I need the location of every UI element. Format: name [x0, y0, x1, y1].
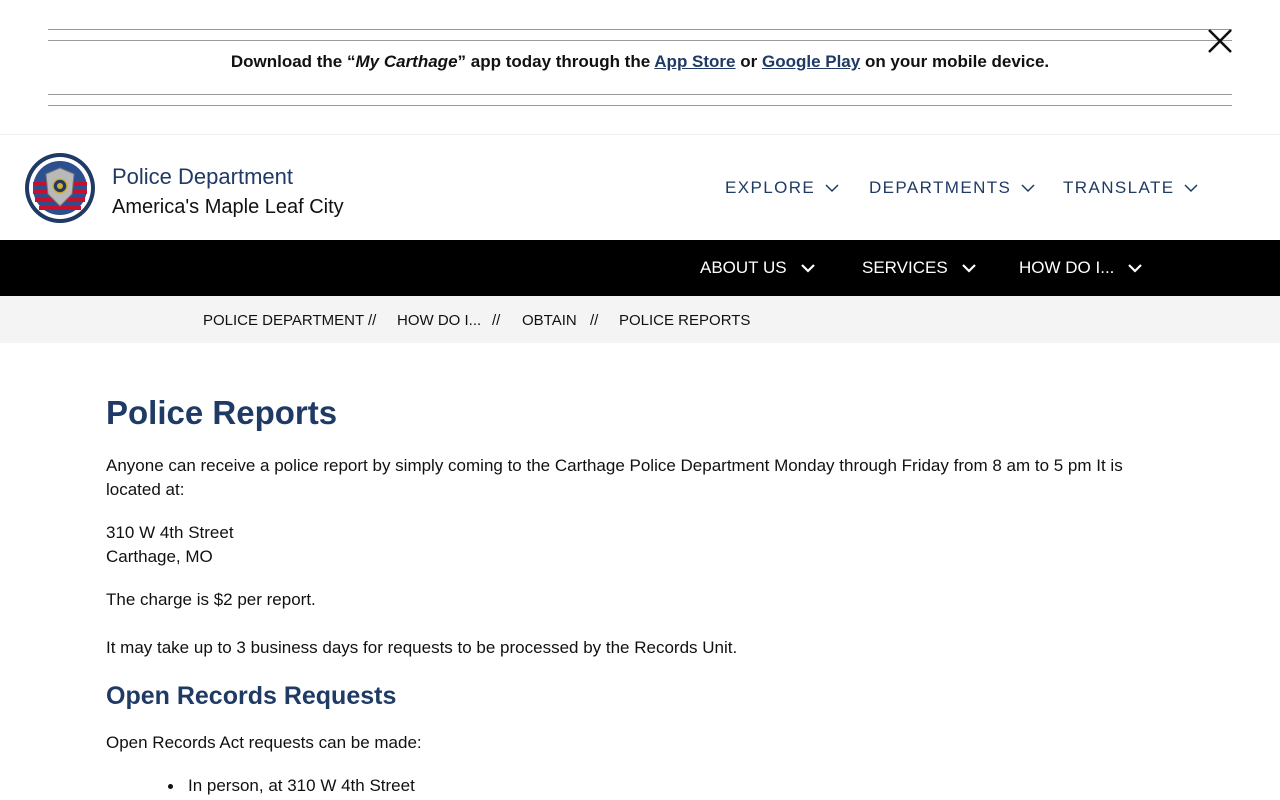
- breadcrumb-police-reports[interactable]: POLICE REPORTS: [619, 312, 750, 329]
- open-records-list: In person, at 310 W 4th Street: [166, 774, 1166, 798]
- open-records-heading: Open Records Requests: [106, 682, 397, 710]
- address-line-2: Carthage, MO: [106, 547, 213, 566]
- site-tagline: America's Maple Leaf City: [112, 196, 344, 218]
- processing-paragraph: It may take up to 3 business days for re…: [106, 638, 738, 657]
- app-name: My Carthage: [355, 52, 458, 71]
- breadcrumb-separator: //: [368, 312, 377, 329]
- close-banner-button[interactable]: [1204, 25, 1236, 57]
- chevron-down-icon: [1184, 183, 1199, 192]
- app-download-banner: Download the “My Carthage” app today thr…: [0, 0, 1280, 124]
- topnav-translate[interactable]: TRANSLATE: [1063, 178, 1199, 198]
- topnav-label: DEPARTMENTS: [869, 178, 1012, 197]
- chevron-down-icon: [1021, 183, 1035, 192]
- banner-text: or: [735, 52, 762, 71]
- breadcrumb: POLICE DEPARTMENT // HOW DO I... // OBTA…: [0, 296, 1280, 343]
- department-name[interactable]: Police Department: [112, 164, 293, 190]
- site-header: Police Department America's Maple Leaf C…: [0, 134, 1280, 240]
- chevron-down-icon: [825, 183, 839, 192]
- topnav-explore[interactable]: EXPLORE: [725, 178, 839, 198]
- breadcrumb-obtain[interactable]: OBTAIN: [522, 312, 577, 329]
- breadcrumb-separator: //: [492, 312, 501, 329]
- topnav-label: EXPLORE: [725, 178, 816, 197]
- banner-rule: [48, 94, 1232, 95]
- google-play-link[interactable]: Google Play: [762, 52, 860, 71]
- nav-about-us[interactable]: ABOUT US: [700, 258, 815, 278]
- breadcrumb-police-department[interactable]: POLICE DEPARTMENT: [203, 312, 364, 329]
- intro-paragraph: Anyone can receive a police report by si…: [106, 456, 1123, 499]
- nav-label: SERVICES: [862, 258, 948, 277]
- chevron-down-icon: [800, 263, 815, 273]
- list-item: In person, at 310 W 4th Street: [166, 774, 1166, 798]
- open-records-intro: Open Records Act requests can be made:: [106, 733, 422, 752]
- main-content: Police Reports Anyone can receive a poli…: [106, 392, 1166, 798]
- topnav-label: TRANSLATE: [1063, 178, 1175, 197]
- chevron-down-icon: [1128, 263, 1143, 273]
- police-seal-logo[interactable]: [24, 152, 96, 224]
- topnav-departments[interactable]: DEPARTMENTS: [869, 178, 1035, 198]
- charge-paragraph: The charge is $2 per report.: [106, 590, 316, 609]
- address-block: 310 W 4th Street Carthage, MO: [106, 521, 1166, 569]
- nav-services[interactable]: SERVICES: [862, 258, 976, 278]
- nav-how-do-i[interactable]: HOW DO I...: [1019, 258, 1143, 278]
- main-navigation: ABOUT US SERVICES HOW DO I...: [0, 240, 1280, 296]
- banner-rule: [48, 29, 1232, 30]
- app-store-link[interactable]: App Store: [654, 52, 735, 71]
- address-line-1: 310 W 4th Street: [106, 523, 234, 542]
- banner-text: on your mobile device.: [860, 52, 1050, 71]
- chevron-down-icon: [961, 263, 976, 273]
- close-icon: [1208, 29, 1232, 53]
- nav-label: HOW DO I...: [1019, 258, 1115, 277]
- banner-text: Download the “: [230, 52, 356, 71]
- breadcrumb-separator: //: [590, 312, 599, 329]
- banner-message: Download the “My Carthage” app today thr…: [48, 52, 1232, 72]
- banner-rule: [48, 105, 1232, 106]
- breadcrumb-how-do-i[interactable]: HOW DO I...: [397, 312, 481, 329]
- banner-text: ” app today through the: [457, 52, 655, 71]
- nav-label: ABOUT US: [700, 258, 787, 277]
- page-title: Police Reports: [106, 394, 338, 431]
- banner-rule: [48, 40, 1232, 41]
